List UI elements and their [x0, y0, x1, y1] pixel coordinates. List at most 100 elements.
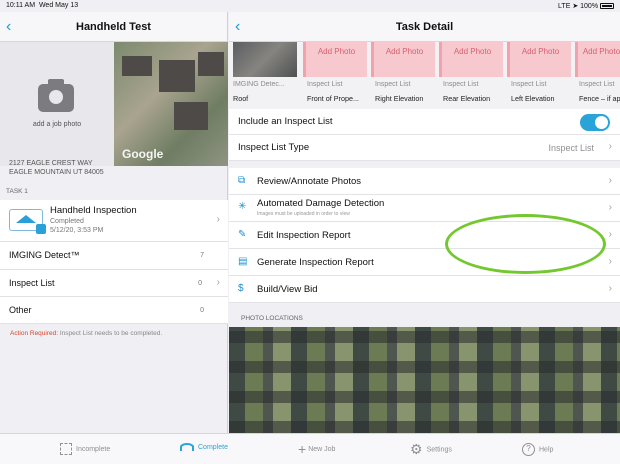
add-photo-button[interactable]: Add Photo: [371, 42, 435, 77]
address-line2: EAGLE MOUNTAIN UT 84005: [9, 169, 104, 176]
photo-thumb-roof[interactable]: [233, 42, 297, 77]
status-bar: 10:11 AM Wed May 13 LTE ➤ 100%: [0, 0, 620, 12]
map-roof: [159, 60, 195, 92]
tab-new-job[interactable]: + New Job: [298, 441, 335, 457]
job-panel: ‹ Handheld Test add a job photo Google 2…: [0, 12, 228, 433]
alert-prefix: Action Required:: [10, 330, 59, 337]
include-inspect-list-row: Include an Inspect List: [229, 109, 620, 135]
add-photo-label: Add Photo: [582, 47, 620, 56]
photo-caption: Roof: [233, 94, 249, 103]
status-time-date: 10:11 AM Wed May 13: [6, 2, 79, 9]
task-detail-panel: ‹ Task Detail IMGING Detec... Roof Add P…: [229, 12, 620, 433]
detect-icon: ✳: [238, 201, 247, 212]
tab-label: Settings: [426, 446, 452, 454]
plus-icon: +: [298, 441, 307, 457]
list-item-count: 7: [200, 252, 204, 259]
photo-icon: ⧉: [238, 175, 246, 186]
photo-locations-map[interactable]: [229, 327, 620, 433]
chevron-right-icon: ›: [216, 214, 220, 225]
tab-settings[interactable]: ⚙ Settings: [410, 441, 452, 458]
map-thumbnail[interactable]: Google: [114, 42, 228, 166]
photo-caption: Right Elevation: [375, 94, 424, 103]
photo-caption: Left Elevation: [511, 94, 555, 103]
photo-caption: Rear Elevation: [443, 94, 491, 103]
add-photo-button[interactable]: Add Photo: [507, 42, 571, 77]
add-photo-button[interactable]: Add Photo: [439, 42, 503, 77]
map-roof: [122, 56, 152, 76]
complete-icon: [180, 443, 194, 451]
chevron-right-icon: ›: [608, 256, 612, 267]
menu-review-annotate-photos[interactable]: ⧉ Review/Annotate Photos ›: [229, 168, 620, 195]
help-icon: ?: [522, 443, 535, 456]
chevron-right-icon: ›: [608, 283, 612, 294]
chevron-right-icon: ›: [608, 141, 612, 152]
camera-icon: [38, 79, 74, 112]
photo-caption: Inspect List: [307, 81, 343, 88]
task-detail-title: Task Detail: [395, 21, 454, 33]
add-photo-button[interactable]: Add Photo: [303, 42, 367, 77]
tab-label: Incomplete: [76, 445, 111, 453]
photo-caption: Front of Prope...: [307, 94, 359, 103]
photo-caption: Inspect List: [579, 81, 615, 88]
inspect-list-type-value: Inspect List: [548, 143, 594, 153]
report-icon: ▤: [238, 256, 248, 267]
list-item-label: Inspect List: [9, 278, 55, 288]
google-logo: Google: [122, 147, 164, 161]
highlight-circle: [445, 214, 606, 274]
tab-incomplete[interactable]: Incomplete: [60, 443, 110, 455]
photo-caption: Inspect List: [443, 81, 479, 88]
chevron-right-icon: ›: [608, 229, 612, 240]
photo-strip: IMGING Detec... Roof Add Photo Inspect L…: [229, 42, 620, 109]
task-status: Completed: [50, 218, 84, 225]
list-item-count: 0: [200, 307, 204, 314]
add-photo-label: Add Photo: [453, 47, 492, 56]
inspection-icon: [9, 209, 46, 234]
list-item-inspect-list[interactable]: Inspect List 0 ›: [0, 270, 228, 297]
incomplete-icon: [60, 443, 72, 455]
job-navbar: ‹ Handheld Test: [0, 12, 227, 42]
add-photo-button[interactable]: Add Photo: [575, 42, 620, 77]
back-button[interactable]: ‹: [6, 12, 11, 42]
menu-build-view-bid[interactable]: $ Build/View Bid ›: [229, 276, 620, 303]
menu-label: Automated Damage Detection: [257, 198, 385, 209]
tab-bar: Incomplete Complete + New Job ⚙ Settings ?…: [0, 433, 620, 464]
photo-caption: Fence – if ap: [579, 94, 620, 103]
tab-help[interactable]: ? Help: [522, 443, 553, 456]
back-button[interactable]: ‹: [235, 12, 240, 42]
inspect-list-type-label: Inspect List Type: [238, 142, 310, 153]
tab-label: Help: [539, 446, 554, 454]
tab-complete[interactable]: Complete: [180, 443, 228, 451]
status-right: LTE ➤ 100%: [558, 2, 614, 10]
task-date: 5/12/20, 3:53 PM: [50, 227, 104, 234]
include-inspect-list-toggle[interactable]: [580, 114, 610, 131]
task-section-header: TASK 1: [6, 188, 28, 195]
chevron-right-icon: ›: [608, 202, 612, 213]
menu-label: Edit Inspection Report: [257, 230, 351, 241]
task-row[interactable]: Handheld Inspection Completed 5/12/20, 3…: [0, 200, 228, 242]
menu-sublabel: Images must be uploaded in order to view: [257, 211, 350, 217]
add-photo-label: Add Photo: [385, 47, 424, 56]
job-title: Handheld Test: [76, 21, 151, 33]
add-photo-label: Add Photo: [521, 47, 560, 56]
add-job-photo[interactable]: add a job photo: [0, 42, 114, 166]
list-item-label: IMGING Detect™: [9, 250, 80, 260]
add-job-photo-label: add a job photo: [32, 121, 82, 128]
alert-text: Inspect List needs to be completed.: [58, 330, 163, 337]
list-item-label: Other: [9, 305, 32, 315]
add-photo-label: Add Photo: [317, 47, 356, 56]
photo-caption: IMGING Detec...: [233, 81, 285, 88]
battery-icon: [600, 3, 614, 10]
bid-icon: $: [238, 283, 244, 294]
list-item-other[interactable]: Other 0: [0, 297, 228, 324]
menu-label: Generate Inspection Report: [257, 257, 374, 268]
map-roof: [198, 52, 224, 76]
photo-caption: Inspect List: [511, 81, 547, 88]
list-item-imging-detect[interactable]: IMGING Detect™ 7: [0, 242, 228, 270]
list-item-count: 0: [198, 280, 202, 287]
inspect-list-type-row[interactable]: Inspect List Type Inspect List ›: [229, 135, 620, 161]
menu-label: Build/View Bid: [257, 284, 318, 295]
chevron-right-icon: ›: [216, 277, 220, 288]
photo-locations-header: PHOTO LOCATIONS: [241, 315, 303, 322]
map-roof: [174, 102, 208, 130]
action-required-alert: Action Required: Inspect List needs to b…: [10, 330, 162, 337]
